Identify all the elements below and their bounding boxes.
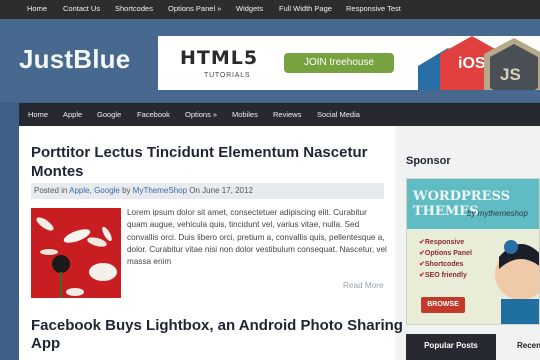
main-menu-social-media[interactable]: Social Media	[317, 103, 360, 126]
main-menu-google[interactable]: Google	[97, 103, 121, 126]
top-menu-contact-us[interactable]: Contact Us	[63, 0, 100, 19]
main-menu-options[interactable]: Options »	[185, 103, 217, 126]
tab-popular-posts[interactable]: Popular Posts	[406, 334, 496, 360]
category-link-apple[interactable]: Apple	[69, 186, 89, 195]
header-banner-ad[interactable]: HTML5 TUTORIALS JOIN treehouse iOS JS	[158, 36, 540, 90]
ad-feature: SEO friendly	[419, 270, 472, 281]
sponsor-heading: Sponsor	[406, 155, 451, 167]
meta-separator: ,	[89, 186, 92, 195]
top-menu-widgets[interactable]: Widgets	[236, 0, 263, 19]
ad-feature: Responsive	[419, 237, 472, 248]
main-menu: Home Apple Google Facebook Options » Mob…	[19, 103, 540, 126]
tab-recent[interactable]: Recent	[496, 334, 540, 360]
sponsor-ad[interactable]: WORDPRESS THEMES by mythemeshop Responsi…	[406, 178, 540, 325]
category-link-google[interactable]: Google	[94, 186, 120, 195]
site-logo[interactable]: JustBlue	[19, 44, 130, 75]
main-menu-mobiles[interactable]: Mobiles	[232, 103, 258, 126]
main-menu-facebook[interactable]: Facebook	[137, 103, 170, 126]
post-meta: Posted in Apple, Google by MyThemeShop O…	[31, 183, 384, 199]
main-menu-apple[interactable]: Apple	[63, 103, 82, 126]
meta-by: by	[122, 186, 131, 195]
post-title-2-line-1[interactable]: Facebook Buys Lightbox, an Android Photo…	[31, 316, 403, 336]
meta-posted-in: Posted in	[34, 186, 68, 195]
author-link[interactable]: MyThemeShop	[133, 186, 187, 195]
flower-image	[31, 208, 121, 298]
ad-browse-button[interactable]: BROWSE	[421, 297, 465, 313]
top-menu-options-panel[interactable]: Options Panel »	[168, 0, 221, 19]
banner-badges-graphic: iOS JS	[418, 36, 540, 90]
top-menu-full-width-page[interactable]: Full Width Page	[279, 0, 332, 19]
top-menu-shortcodes[interactable]: Shortcodes	[115, 0, 153, 19]
post-title-1-line-2[interactable]: Montes	[31, 162, 84, 182]
post-excerpt: Lorem ipsum dolor sit amet, consectetuer…	[127, 208, 387, 267]
post-title-1-line-1[interactable]: Porttitor Lectus Tincidunt Elementum Nas…	[31, 143, 367, 163]
top-menu-responsive-test[interactable]: Responsive Test	[346, 0, 401, 19]
ad-byline: by mythemeshop	[467, 209, 528, 218]
post-title-2-line-2[interactable]: App	[31, 334, 60, 354]
meta-date: On June 17, 2012	[189, 186, 253, 195]
read-more-link[interactable]: Read More	[343, 281, 384, 290]
badge-ios: iOS	[458, 55, 486, 72]
post-thumbnail[interactable]	[31, 208, 121, 298]
top-menu: Home Contact Us Shortcodes Options Panel…	[0, 0, 540, 19]
main-menu-reviews[interactable]: Reviews	[273, 103, 301, 126]
main-menu-home[interactable]: Home	[28, 103, 48, 126]
ad-feature: Shortcodes	[419, 259, 472, 270]
ad-feature-list: Responsive Options Panel Shortcodes SEO …	[419, 237, 472, 281]
badge-js: JS	[500, 65, 521, 84]
top-menu-home[interactable]: Home	[27, 0, 47, 19]
sidebar-tabs: Popular Posts Recent	[406, 334, 540, 360]
ad-feature: Options Panel	[419, 248, 472, 259]
